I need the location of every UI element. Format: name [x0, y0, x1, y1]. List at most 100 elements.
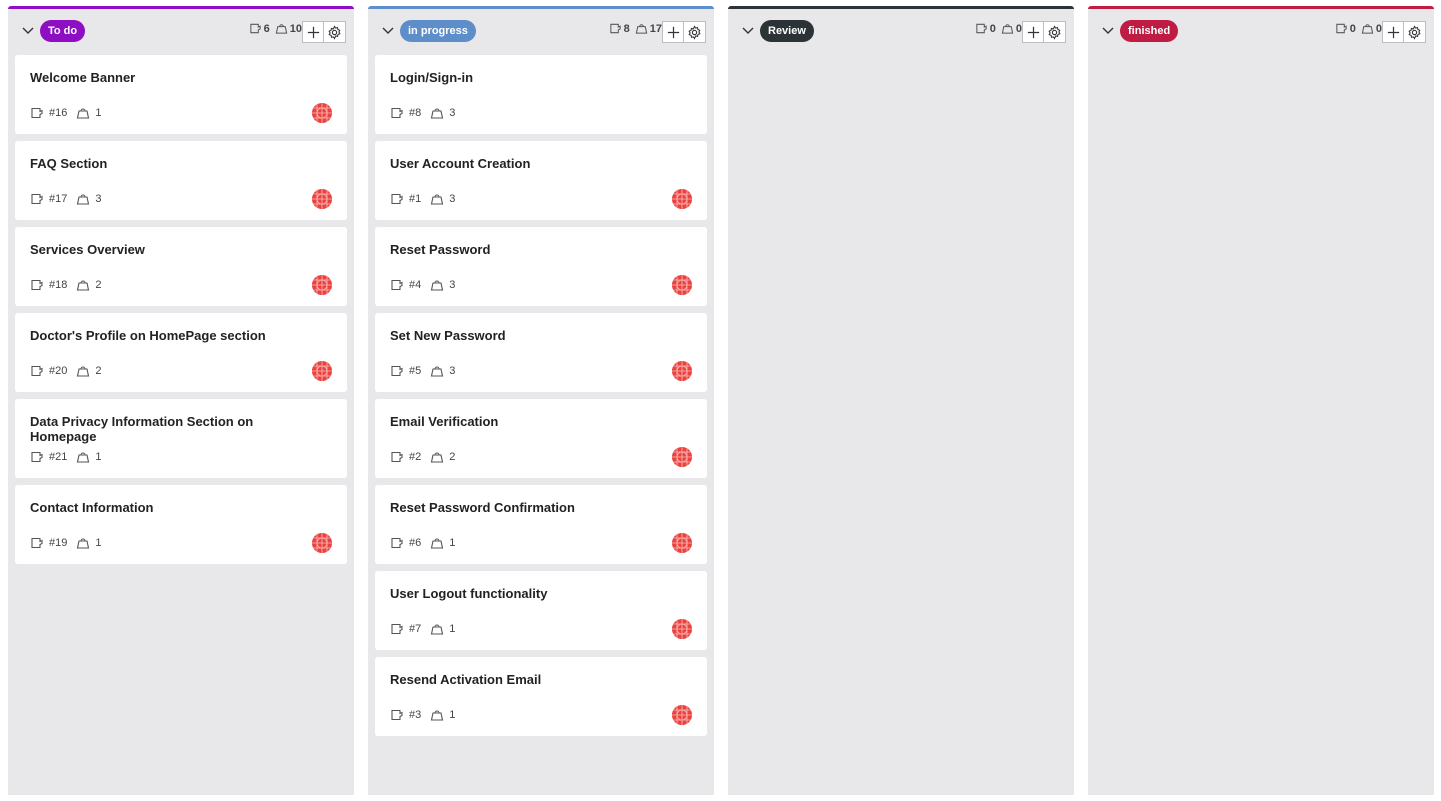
issue-reference: #7 — [390, 622, 421, 636]
issue-card[interactable]: Reset Password #4 3 — [375, 227, 707, 306]
assignee-avatar[interactable] — [672, 619, 692, 639]
issue-id: #3 — [409, 709, 422, 721]
add-issue-button[interactable] — [1382, 21, 1404, 43]
assignee-avatar[interactable] — [312, 189, 332, 209]
weight-count-value: 17 — [649, 22, 662, 35]
issue-weight: 3 — [430, 278, 455, 292]
issue-weight: 1 — [430, 708, 455, 722]
issue-count-value: 0 — [1349, 22, 1356, 35]
issue-weight-value: 3 — [95, 193, 102, 205]
issue-weight-value: 1 — [449, 709, 456, 721]
issue-weight-value: 1 — [95, 107, 102, 119]
issue-card[interactable]: Services Overview #18 2 — [15, 227, 347, 306]
issue-title[interactable]: Services Overview — [30, 242, 300, 257]
settings-button[interactable] — [684, 21, 706, 43]
issue-title[interactable]: Doctor's Profile on HomePage section — [30, 328, 300, 343]
chevron-down-icon[interactable] — [1100, 22, 1116, 38]
issue-title[interactable]: Login/Sign-in — [390, 70, 660, 85]
issue-meta: #17 3 — [30, 192, 110, 206]
issue-title[interactable]: Set New Password — [390, 328, 660, 343]
weight-icon — [77, 280, 90, 291]
issues-icon — [391, 709, 403, 721]
issue-title[interactable]: Reset Password Confirmation — [390, 500, 660, 515]
issue-title[interactable]: Email Verification — [390, 414, 660, 429]
issue-id: #16 — [49, 107, 68, 119]
weight-count: 0 — [1361, 22, 1382, 35]
issue-card[interactable]: Resend Activation Email #3 1 — [375, 657, 707, 736]
issue-reference: #2 — [390, 450, 421, 464]
issue-title[interactable]: User Logout functionality — [390, 586, 660, 601]
plus-icon — [307, 26, 319, 38]
issues-icon — [31, 537, 43, 549]
column-header: To do 6 10 — [8, 9, 354, 55]
issues-icon — [609, 23, 621, 34]
issue-card[interactable]: Email Verification #2 2 — [375, 399, 707, 478]
issue-card[interactable]: Welcome Banner #16 1 — [15, 55, 347, 134]
assignee-avatar[interactable] — [312, 103, 332, 123]
issue-card[interactable]: Set New Password #5 3 — [375, 313, 707, 392]
assignee-avatar[interactable] — [312, 275, 332, 295]
chevron-down-icon[interactable] — [20, 22, 36, 38]
issues-icon — [391, 365, 403, 377]
column-header: in progress 8 17 — [368, 9, 714, 55]
issues-icon — [391, 193, 403, 205]
issue-card[interactable]: Login/Sign-in #8 3 — [375, 55, 707, 134]
issue-card[interactable]: FAQ Section #17 3 — [15, 141, 347, 220]
issue-meta: #3 1 — [390, 708, 464, 722]
add-issue-button[interactable] — [1022, 21, 1044, 43]
issue-reference: #17 — [30, 192, 67, 206]
weight-icon — [77, 452, 90, 463]
issue-title[interactable]: Welcome Banner — [30, 70, 300, 85]
chevron-down-icon[interactable] — [380, 22, 396, 38]
issue-weight: 3 — [430, 192, 455, 206]
assignee-avatar[interactable] — [312, 361, 332, 381]
issue-card[interactable]: Data Privacy Information Section on Home… — [15, 399, 347, 478]
issue-id: #21 — [49, 451, 68, 463]
settings-button[interactable] — [1404, 21, 1426, 43]
issue-title[interactable]: Resend Activation Email — [390, 672, 660, 687]
weight-icon — [77, 366, 90, 377]
issue-title[interactable]: User Account Creation — [390, 156, 660, 171]
issue-card[interactable]: Doctor's Profile on HomePage section #20 2 — [15, 313, 347, 392]
issue-title[interactable]: Data Privacy Information Section on Home… — [30, 414, 300, 444]
assignee-avatar[interactable] — [672, 189, 692, 209]
issue-title[interactable]: Reset Password — [390, 242, 660, 257]
weight-icon — [77, 538, 90, 549]
issue-meta: #5 3 — [390, 364, 464, 378]
assignee-avatar[interactable] — [672, 447, 692, 467]
weight-count: 10 — [275, 22, 302, 35]
settings-button[interactable] — [1044, 21, 1066, 43]
issue-card[interactable]: User Logout functionality #7 1 — [375, 571, 707, 650]
assignee-avatar[interactable] — [312, 533, 332, 553]
issue-card[interactable]: Contact Information #19 1 — [15, 485, 347, 564]
issue-count: 8 — [609, 22, 630, 35]
assignee-avatar[interactable] — [672, 705, 692, 725]
settings-button[interactable] — [324, 21, 346, 43]
issue-card[interactable]: Reset Password Confirmation #6 1 — [375, 485, 707, 564]
chevron-down-icon[interactable] — [740, 22, 756, 38]
column-actions — [662, 21, 706, 43]
add-issue-button[interactable] — [662, 21, 684, 43]
issue-title[interactable]: Contact Information — [30, 500, 300, 515]
weight-icon — [635, 24, 647, 34]
gear-icon — [688, 24, 701, 40]
issue-meta: #7 1 — [390, 622, 464, 636]
issue-card[interactable]: User Account Creation #1 3 — [375, 141, 707, 220]
issue-reference: #3 — [390, 708, 421, 722]
issue-title[interactable]: FAQ Section — [30, 156, 300, 171]
column-label-badge: To do — [40, 20, 86, 42]
issue-reference: #8 — [390, 106, 421, 120]
column-stats: 0 0 — [1335, 22, 1382, 35]
add-issue-button[interactable] — [302, 21, 324, 43]
issue-reference: #20 — [30, 364, 67, 378]
issue-weight: 1 — [430, 536, 455, 550]
assignee-avatar[interactable] — [672, 275, 692, 295]
issue-id: #17 — [49, 193, 68, 205]
issue-id: #2 — [409, 451, 422, 463]
weight-count: 0 — [1001, 22, 1022, 35]
assignee-avatar[interactable] — [672, 533, 692, 553]
issue-count-value: 6 — [263, 22, 270, 35]
issue-meta: #8 3 — [390, 106, 464, 120]
assignee-avatar[interactable] — [672, 361, 692, 381]
issue-weight-value: 1 — [95, 537, 102, 549]
